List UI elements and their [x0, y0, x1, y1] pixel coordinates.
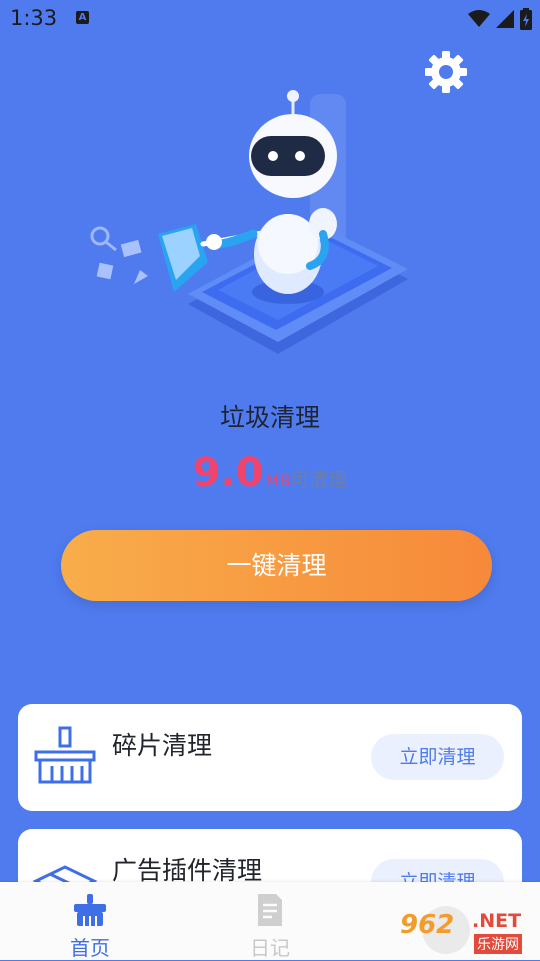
robot-illustration: [90, 90, 408, 354]
cleanable-amount: 9.0 MB可清理: [0, 450, 540, 496]
status-bar: 1:33 A: [0, 0, 540, 36]
watermark-domain: .NET: [472, 910, 522, 932]
watermark: 962 .NET 乐游网: [398, 902, 538, 958]
document-icon: [258, 894, 282, 926]
broom-icon: [34, 726, 96, 784]
watermark-brand: 962: [400, 910, 455, 940]
tab-home[interactable]: 首页: [40, 882, 140, 960]
amount-unit: MB: [265, 471, 291, 490]
notification-icon: A: [76, 11, 89, 24]
tab-home-label: 首页: [70, 936, 110, 960]
fragment-clean-button[interactable]: 立即清理: [371, 734, 504, 780]
signal-icon: [496, 10, 514, 28]
amount-value: 9.0: [192, 450, 264, 496]
battery-icon: [520, 8, 532, 30]
one-click-clean-button[interactable]: 一键清理: [61, 530, 492, 601]
amount-suffix: 可清理: [290, 469, 348, 491]
tab-diary[interactable]: 日记: [220, 882, 320, 960]
watermark-name: 乐游网: [474, 934, 522, 954]
card-title: 碎片清理: [112, 731, 213, 760]
home-icon: [74, 894, 106, 926]
fragment-clean-card: 碎片清理 立即清理: [18, 704, 522, 811]
status-time: 1:33: [10, 6, 58, 30]
status-icons: [468, 8, 532, 30]
gear-icon[interactable]: [422, 48, 470, 96]
wifi-icon: [468, 10, 490, 27]
tab-diary-label: 日记: [250, 936, 290, 960]
page-title: 垃圾清理: [219, 403, 320, 432]
